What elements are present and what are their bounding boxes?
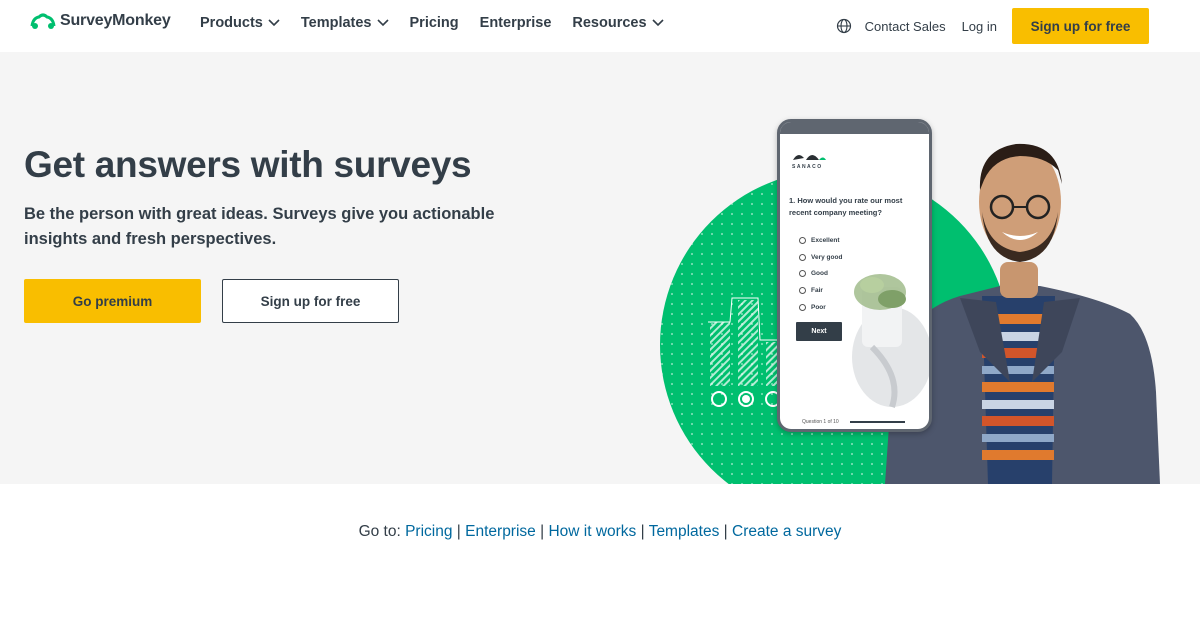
goto-enterprise-link[interactable]: Enterprise [465,523,536,540]
separator: | [723,523,728,540]
chevron-down-icon [651,19,664,27]
goto-pricing-link[interactable]: Pricing [405,523,452,540]
plant-image [852,274,929,408]
separator: | [540,523,545,540]
go-to-label: Go to: [358,523,401,540]
phone-status-bar [780,122,929,134]
chevron-down-icon [268,19,280,27]
goto-create-survey-link[interactable]: Create a survey [732,523,841,540]
separator: | [456,523,461,540]
nav-templates-label: Templates [300,15,372,31]
top-nav: SurveyMonkey Products Templates Pricing … [0,0,1200,52]
hero-sign-up-button[interactable]: Sign up for free [222,279,399,323]
sanaco-logo-icon [793,154,826,160]
monkey-logo-icon [30,13,56,29]
nav-right: Contact Sales Log in Sign up for free [836,8,1149,44]
nav-resources-label: Resources [572,15,647,31]
radio-button-icon[interactable] [799,286,806,294]
go-to-links: Go to: Pricing | Enterprise | How it wor… [0,523,1200,541]
nav-products-label: Products [200,15,263,31]
globe-icon[interactable] [836,18,852,34]
radio-button-icon[interactable] [799,236,806,244]
nav-resources[interactable]: Resources [572,15,664,31]
surveymonkey-logo[interactable]: SurveyMonkey [30,12,171,30]
hero-headline: Get answers with surveys [24,144,472,185]
phone-mockup: SANACO 1. How would you rate our most re… [777,119,932,432]
log-in-link[interactable]: Log in [962,19,997,34]
question-progress-text: Question 1 of 10 [802,419,839,425]
radio-button-icon[interactable] [799,303,806,311]
chevron-down-icon [376,19,389,27]
logo-text: SurveyMonkey [60,12,171,29]
question-progress-bar [850,421,905,423]
radio-button-icon[interactable] [799,270,806,278]
primary-nav: Products Templates Pricing Enterprise Re… [200,15,664,31]
nav-products[interactable]: Products [200,15,280,31]
next-button[interactable]: Next [796,322,842,341]
radio-button-icon[interactable] [799,253,806,261]
nav-pricing-label: Pricing [409,15,459,31]
option-label: Fair [811,286,823,294]
sanaco-brand-name: SANACO [792,164,823,170]
hero-subhead: Be the person with great ideas. Surveys … [24,205,495,248]
contact-sales-link[interactable]: Contact Sales [865,19,946,34]
survey-question: 1. How would you rate our most recent co… [789,196,903,217]
nav-pricing[interactable]: Pricing [410,15,459,31]
go-premium-button[interactable]: Go premium [24,279,201,323]
goto-templates-link[interactable]: Templates [649,523,720,540]
option-label: Good [811,270,828,278]
separator: | [640,523,645,540]
nav-enterprise-label: Enterprise [479,15,552,31]
option-label: Poor [811,303,826,311]
goto-how-it-works-link[interactable]: How it works [548,523,636,540]
nav-templates[interactable]: Templates [301,15,389,31]
hero-section: Get answers with surveys Be the person w… [0,52,1200,484]
nav-sign-up-button[interactable]: Sign up for free [1012,8,1149,44]
nav-enterprise[interactable]: Enterprise [480,15,552,31]
